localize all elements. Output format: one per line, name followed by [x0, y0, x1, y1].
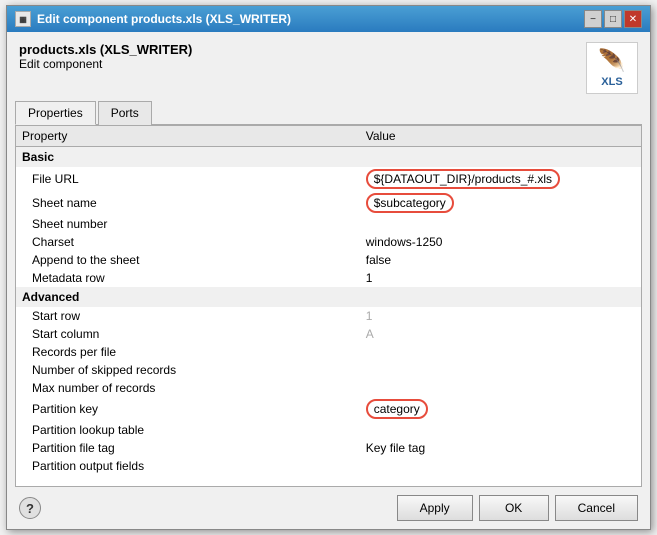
header-text: products.xls (XLS_WRITER) Edit component [19, 42, 192, 71]
property-label: Partition output fields [16, 457, 360, 475]
footer-left: ? [19, 497, 41, 519]
title-bar-controls: − □ ✕ [584, 10, 642, 28]
property-value [360, 457, 641, 475]
ok-button[interactable]: OK [479, 495, 549, 521]
highlighted-value: category [366, 399, 428, 419]
property-label: Sheet name [16, 191, 360, 215]
property-label: Partition key [16, 397, 360, 421]
property-value: Key file tag [360, 439, 641, 457]
cell-value: Key file tag [366, 441, 425, 455]
close-button[interactable]: ✕ [624, 10, 642, 28]
property-label: Sheet number [16, 215, 360, 233]
cell-value: windows-1250 [366, 235, 443, 249]
table-row[interactable]: Append to the sheet false [16, 251, 641, 269]
table-row[interactable]: Records per file [16, 343, 641, 361]
section-label: Basic [16, 147, 641, 168]
table-row[interactable]: Partition file tag Key file tag [16, 439, 641, 457]
property-value: category [360, 397, 641, 421]
property-label: Start column [16, 325, 360, 343]
property-value [360, 361, 641, 379]
minimize-button[interactable]: − [584, 10, 602, 28]
cancel-button[interactable]: Cancel [555, 495, 638, 521]
property-value: A [360, 325, 641, 343]
highlighted-value: ${DATAOUT_DIR}/products_#.xls [366, 169, 560, 189]
table-row[interactable]: Sheet name $subcategory [16, 191, 641, 215]
window-icon: ▦ [15, 11, 31, 27]
tab-bar: Properties Ports [15, 100, 642, 125]
property-label: Metadata row [16, 269, 360, 287]
table-row[interactable]: Sheet number [16, 215, 641, 233]
property-label: Append to the sheet [16, 251, 360, 269]
header-title: products.xls (XLS_WRITER) [19, 42, 192, 57]
property-value: ${DATAOUT_DIR}/products_#.xls [360, 167, 641, 191]
help-button[interactable]: ? [19, 497, 41, 519]
header-subtitle: Edit component [19, 57, 192, 71]
table-row[interactable]: Max number of records [16, 379, 641, 397]
property-value: false [360, 251, 641, 269]
section-label: Advanced [16, 287, 641, 307]
table-row[interactable]: Start row 1 [16, 307, 641, 325]
property-label: Records per file [16, 343, 360, 361]
dimmed-value: 1 [366, 309, 373, 323]
header-logo: 🪶 XLS [586, 42, 638, 94]
tab-ports[interactable]: Ports [98, 101, 152, 125]
property-value: 1 [360, 307, 641, 325]
table-row[interactable]: Partition lookup table [16, 421, 641, 439]
footer-right: Apply OK Cancel [397, 495, 638, 521]
title-bar: ▦ Edit component products.xls (XLS_WRITE… [7, 6, 650, 32]
table-row[interactable]: File URL ${DATAOUT_DIR}/products_#.xls [16, 167, 641, 191]
property-label: Max number of records [16, 379, 360, 397]
property-value: windows-1250 [360, 233, 641, 251]
properties-table-container: Property Value Basic File URL ${DATAOUT_… [15, 125, 642, 487]
property-value [360, 215, 641, 233]
section-header-advanced: Advanced [16, 287, 641, 307]
logo-feather-icon: 🪶 [598, 48, 625, 74]
section-header-basic: Basic [16, 147, 641, 168]
logo-xls-text: XLS [601, 76, 622, 88]
table-row[interactable]: Number of skipped records [16, 361, 641, 379]
table-row[interactable]: Metadata row 1 [16, 269, 641, 287]
table-header-row: Property Value [16, 126, 641, 147]
property-value: 1 [360, 269, 641, 287]
property-label: Number of skipped records [16, 361, 360, 379]
content-area: Property Value Basic File URL ${DATAOUT_… [7, 125, 650, 487]
property-label: Start row [16, 307, 360, 325]
property-value [360, 379, 641, 397]
table-row[interactable]: Charset windows-1250 [16, 233, 641, 251]
property-label: Partition lookup table [16, 421, 360, 439]
column-header-property: Property [16, 126, 360, 147]
title-bar-text-group: ▦ Edit component products.xls (XLS_WRITE… [15, 11, 291, 27]
dimmed-value: A [366, 327, 374, 341]
tab-properties[interactable]: Properties [15, 101, 96, 125]
maximize-button[interactable]: □ [604, 10, 622, 28]
apply-button[interactable]: Apply [397, 495, 473, 521]
cell-value: false [366, 253, 391, 267]
window-title: Edit component products.xls (XLS_WRITER) [37, 12, 291, 26]
cell-value: 1 [366, 271, 373, 285]
tabs-area: Properties Ports [7, 100, 650, 125]
highlighted-value: $subcategory [366, 193, 454, 213]
table-row[interactable]: Partition output fields [16, 457, 641, 475]
property-value: $subcategory [360, 191, 641, 215]
properties-table: Property Value Basic File URL ${DATAOUT_… [16, 126, 641, 475]
property-label: File URL [16, 167, 360, 191]
footer: ? Apply OK Cancel [7, 487, 650, 529]
property-label: Partition file tag [16, 439, 360, 457]
property-value [360, 421, 641, 439]
property-value [360, 343, 641, 361]
property-label: Charset [16, 233, 360, 251]
table-row[interactable]: Start column A [16, 325, 641, 343]
table-row[interactable]: Partition key category [16, 397, 641, 421]
main-window: ▦ Edit component products.xls (XLS_WRITE… [6, 5, 651, 530]
column-header-value: Value [360, 126, 641, 147]
header-area: products.xls (XLS_WRITER) Edit component… [7, 32, 650, 100]
